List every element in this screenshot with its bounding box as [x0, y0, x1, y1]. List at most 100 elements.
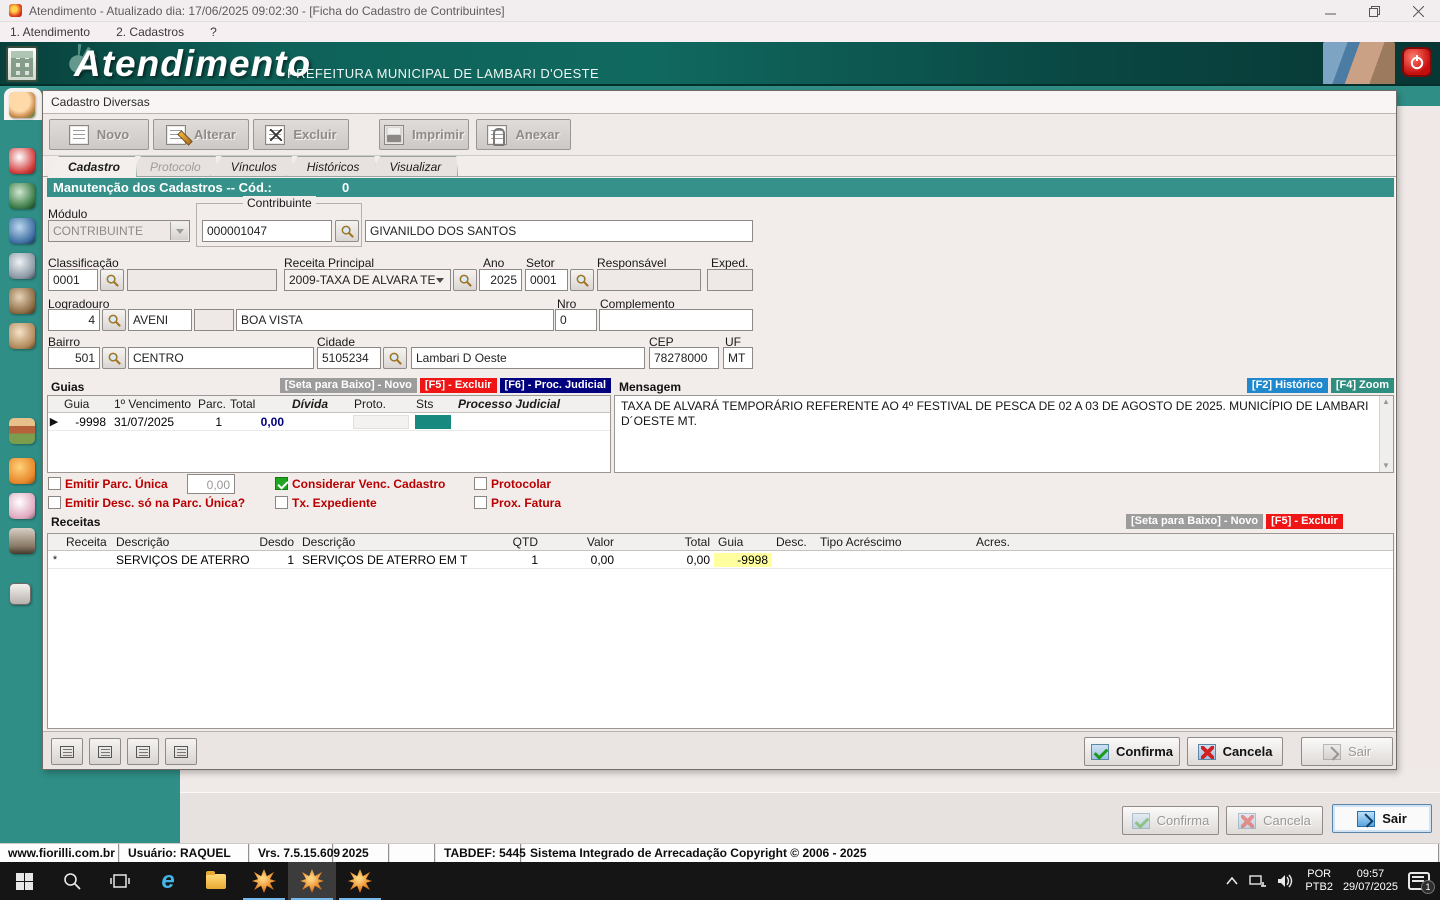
cancela-button[interactable]: Cancela — [1187, 737, 1283, 766]
record-previous-button[interactable] — [89, 738, 121, 765]
record-nav-icon — [136, 746, 150, 758]
notification-center-button[interactable]: 1 — [1408, 872, 1430, 890]
setor-field[interactable]: 0001 — [525, 269, 568, 291]
tx-expediente-checkbox[interactable] — [275, 496, 288, 509]
cancel-icon — [1198, 744, 1216, 760]
cep-field[interactable]: 78278000 — [649, 347, 719, 369]
cidade-search-button[interactable] — [383, 347, 407, 369]
logradouro-code-field[interactable]: 4 — [48, 309, 100, 331]
nro-field[interactable]: 0 — [555, 309, 597, 331]
taskbar-app1-button[interactable] — [240, 862, 288, 900]
contribuinte-search-button[interactable] — [335, 220, 359, 242]
classificacao-label: Classificação — [48, 256, 119, 270]
power-icon — [1409, 54, 1425, 70]
excluir-button[interactable]: Excluir — [253, 119, 349, 150]
taskbar-app2-button[interactable] — [288, 862, 336, 900]
receita-search-button[interactable] — [453, 269, 477, 291]
search-icon — [107, 313, 122, 328]
minimize-button[interactable] — [1308, 0, 1352, 22]
record-next-button[interactable] — [127, 738, 159, 765]
tray-chevron-icon[interactable] — [1225, 876, 1239, 886]
logradouro-search-button[interactable] — [102, 309, 126, 331]
ano-field[interactable]: 2025 — [479, 269, 522, 291]
guias-table: Guia 1º Vencimento Parc. Total Dívida Pr… — [47, 395, 611, 473]
bairro-nome-field[interactable]: CENTRO — [128, 347, 314, 369]
bairro-search-button[interactable] — [102, 347, 126, 369]
emitir-parc-checkbox[interactable] — [48, 477, 61, 490]
tray-language[interactable]: POR PTB2 — [1305, 868, 1333, 894]
mensagem-textarea[interactable]: TAXA DE ALVARÁ TEMPORÁRIO REFERENTE AO 4… — [614, 395, 1394, 473]
logradouro-nome-field[interactable]: BOA VISTA — [236, 309, 554, 331]
sidebar-user-icon[interactable] — [9, 92, 35, 118]
guias-table-row[interactable]: ▶ -9998 31/07/2025 1 0,00 — [48, 413, 610, 431]
tab-protocolo[interactable]: Protocolo — [129, 156, 218, 177]
setor-search-button[interactable] — [570, 269, 594, 291]
network-icon[interactable] — [1249, 874, 1267, 888]
considerar-venc-checkbox[interactable] — [275, 477, 288, 490]
modulo-select[interactable]: CONTRIBUINTE — [48, 220, 190, 242]
taskbar-explorer-button[interactable] — [192, 862, 240, 900]
imprimir-button[interactable]: Imprimir — [379, 119, 469, 150]
new-row-marker: * — [48, 554, 62, 566]
statusbar-year: 2025 — [334, 844, 390, 862]
prox-fatura-checkbox[interactable] — [474, 496, 487, 509]
sidebar-phone-icon[interactable] — [9, 528, 35, 554]
sidebar-shortcut-icon[interactable] — [9, 323, 35, 349]
tab-vinculos[interactable]: Vínculos — [210, 156, 294, 177]
scroll-up-icon[interactable]: ▲ — [1382, 398, 1391, 406]
anexar-button[interactable]: Anexar — [476, 119, 571, 150]
logradouro-tipo-field[interactable]: AVENI — [128, 309, 192, 331]
task-view-button[interactable] — [96, 862, 144, 900]
close-button[interactable] — [1396, 0, 1440, 22]
sidebar-shortcut-icon[interactable] — [9, 218, 35, 244]
menu-item-help[interactable]: ? — [210, 25, 217, 39]
section-title: Manutenção dos Cadastros -- Cód.: — [53, 180, 272, 195]
maximize-button[interactable] — [1352, 0, 1396, 22]
parent-sair-button[interactable]: Sair — [1332, 804, 1432, 833]
sidebar-shortcut-icon[interactable] — [9, 183, 35, 209]
bairro-code-field[interactable]: 501 — [48, 347, 100, 369]
receita-principal-select[interactable]: 2009-TAXA DE ALVARA TE — [284, 269, 451, 291]
sidebar-shortcut-icon[interactable] — [9, 583, 31, 605]
sidebar-shortcut-icon[interactable] — [9, 493, 35, 519]
sidebar-shortcut-icon[interactable] — [9, 148, 35, 174]
emitir-desc-checkbox[interactable] — [48, 496, 61, 509]
mensagem-scrollbar[interactable]: ▲ ▼ — [1379, 396, 1393, 472]
contribuinte-name-field[interactable]: GIVANILDO DOS SANTOS — [365, 220, 753, 242]
taskbar-app3-button[interactable] — [336, 862, 384, 900]
contribuinte-code-field[interactable]: 000001047 — [202, 220, 332, 242]
alterar-button[interactable]: Alterar — [153, 119, 249, 150]
classificacao-search-button[interactable] — [100, 269, 124, 291]
tray-clock[interactable]: 09:57 29/07/2025 — [1343, 868, 1398, 894]
volume-icon[interactable] — [1277, 874, 1295, 888]
cidade-code-field[interactable]: 5105234 — [317, 347, 381, 369]
tab-visualizar[interactable]: Visualizar — [368, 156, 458, 177]
uf-field[interactable]: MT — [723, 347, 753, 369]
start-button[interactable] — [0, 862, 48, 900]
tab-historicos[interactable]: Históricos — [286, 156, 377, 177]
taskbar-search-button[interactable] — [48, 862, 96, 900]
record-last-button[interactable] — [165, 738, 197, 765]
power-exit-button[interactable] — [1402, 47, 1432, 77]
classificacao-code-field[interactable]: 0001 — [48, 269, 98, 291]
menu-item-atendimento[interactable]: 1. Atendimento — [10, 25, 90, 39]
confirma-button[interactable]: Confirma — [1084, 737, 1180, 766]
menu-item-cadastros[interactable]: 2. Cadastros — [116, 25, 184, 39]
search-icon — [458, 273, 473, 288]
tab-cadastro[interactable]: Cadastro — [47, 156, 137, 177]
protocolar-checkbox[interactable] — [474, 477, 487, 490]
contribuinte-label: Contribuinte — [243, 196, 316, 210]
sidebar-shortcut-icon[interactable] — [9, 458, 35, 484]
novo-button[interactable]: Novo — [49, 119, 149, 150]
emitir-parc-value-field[interactable]: 0,00 — [187, 474, 235, 494]
receitas-table-row[interactable]: * SERVIÇOS DE ATERRO 1 SERVIÇOS DE ATERR… — [48, 551, 1393, 569]
record-first-button[interactable] — [51, 738, 83, 765]
statusbar-version: Vrs. 7.5.15.609 — [250, 844, 334, 862]
sidebar-shortcut-icon[interactable] — [9, 288, 35, 314]
cidade-nome-field[interactable]: Lambari D Oeste — [411, 347, 645, 369]
complemento-field[interactable] — [599, 309, 753, 331]
scroll-down-icon[interactable]: ▼ — [1382, 462, 1391, 470]
taskbar-ie-button[interactable]: e — [144, 862, 192, 900]
sidebar-books-icon[interactable] — [9, 418, 35, 444]
sidebar-shortcut-icon[interactable] — [9, 253, 35, 279]
